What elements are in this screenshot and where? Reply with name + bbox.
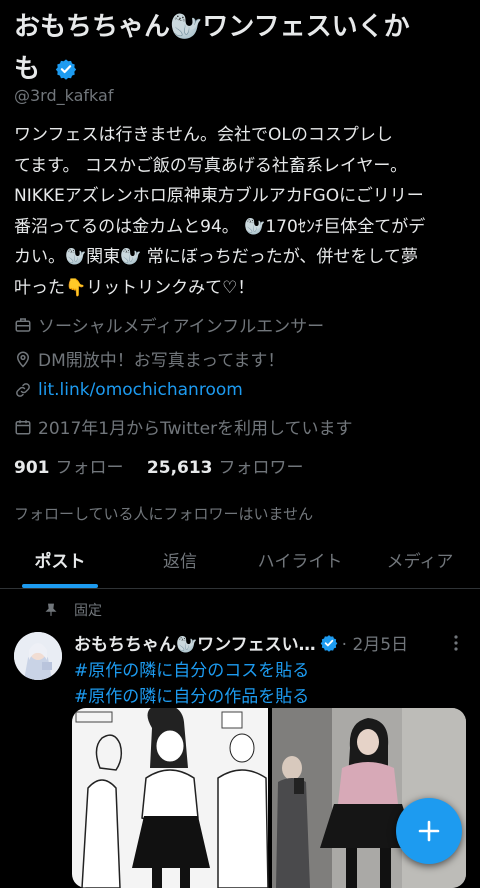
tab-replies[interactable]: 返信 (120, 540, 240, 588)
category-text: ソーシャルメディアインフルエンサー (38, 317, 325, 337)
compose-button[interactable] (396, 798, 462, 864)
hashtag-work[interactable]: #原作の隣に自分の作品を貼る (74, 682, 309, 707)
followers-link[interactable]: 25,613 フォロワー (147, 458, 304, 478)
website-link[interactable]: lit.link/omochichanroom (38, 380, 243, 400)
follow-counts: 901 フォロー 25,613 フォロワー (14, 453, 304, 478)
briefcase-icon (15, 317, 31, 332)
tweet-avatar[interactable] (14, 632, 62, 680)
profile-joined: 2017年1月からTwitterを利用しています (14, 414, 353, 439)
profile-bio: ワンフェスは行きません。会社でOLのコスプレし てます。 コスかご飯の写真あげる… (14, 125, 426, 298)
profile-name-line1: おもちちゃん🦭ワンフェスいくか (14, 12, 410, 42)
verified-badge-icon (55, 59, 77, 80)
following-count: 901 (14, 458, 50, 478)
profile-website[interactable]: lit.link/omochichanroom (14, 380, 243, 400)
followers-label: フォロワー (218, 458, 304, 478)
link-icon (16, 383, 30, 397)
tweet-author[interactable]: おもちちゃん🦭ワンフェスい… (74, 630, 316, 655)
location-pin-icon (16, 351, 30, 368)
tab-highlights[interactable]: ハイライト (240, 540, 360, 588)
tweet-media[interactable] (72, 708, 466, 888)
tab-media[interactable]: メディア (360, 540, 480, 588)
compose-plus-icon (418, 820, 440, 842)
pinned-indicator: 固定 (44, 600, 102, 620)
followers-count: 25,613 (146, 458, 213, 478)
tab-posts[interactable]: ポスト (0, 540, 120, 588)
profile-category: ソーシャルメディアインフルエンサー (14, 312, 324, 337)
profile-handle: @3rd_kafkaf (14, 86, 114, 105)
calendar-icon (15, 419, 31, 434)
joined-text: 2017年1月からTwitterを利用しています (38, 419, 353, 439)
profile-name-line2: も (14, 54, 41, 84)
tweet-header: おもちちゃん🦭ワンフェスい… · 2月5日 (74, 630, 454, 655)
followers-you-know[interactable]: フォローしている人にフォロワーはいません (14, 503, 313, 524)
following-link[interactable]: 901 フォロー (14, 458, 124, 478)
hashtag-cos[interactable]: #原作の隣に自分のコスを貼る (74, 656, 309, 681)
profile-tabs: ポスト 返信 ハイライト メディア (0, 540, 480, 589)
verified-badge-icon (320, 634, 337, 652)
tweet-date[interactable]: · 2月5日 (342, 630, 408, 655)
location-text: DM開放中！お写真まってます！ (38, 351, 285, 371)
profile-name: おもちちゃん🦭ワンフェスいくか も (14, 6, 464, 90)
following-label: フォロー (55, 458, 124, 478)
profile-location: DM開放中！お写真まってます！ (14, 346, 284, 371)
more-dots-icon[interactable] (452, 634, 460, 652)
pin-icon (45, 603, 57, 616)
pinned-label: 固定 (74, 603, 102, 619)
